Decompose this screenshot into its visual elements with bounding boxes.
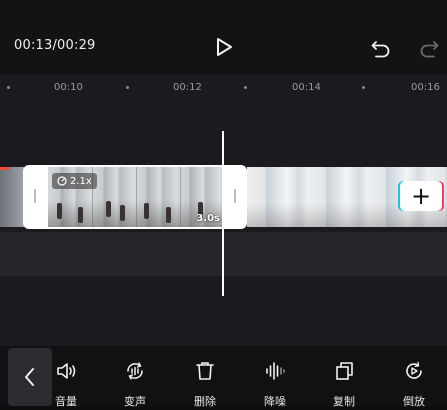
thumbnail-figure: [144, 203, 149, 219]
trim-handle-left[interactable]: [34, 189, 36, 203]
tool-voice-changer[interactable]: 变声: [115, 360, 155, 408]
thumbnail-figure: [166, 207, 171, 223]
speed-badge: 2.1x: [52, 173, 97, 189]
thumbnail-figure: [120, 205, 125, 221]
frame-divider: [136, 167, 137, 227]
undo-icon: [371, 41, 390, 58]
ruler-label: 00:10: [54, 82, 83, 93]
time-ruler: 00:10 00:12 00:14 00:16: [0, 74, 447, 100]
play-button[interactable]: [213, 36, 235, 58]
noise-reduction-icon: [266, 362, 285, 380]
tool-volume[interactable]: 音量: [46, 360, 86, 408]
delete-icon: [196, 362, 214, 380]
selected-clip[interactable]: 2.1x 3.0s: [23, 165, 247, 229]
tool-label: 音量: [55, 395, 77, 408]
top-bar: 00:13/00:29: [0, 0, 447, 74]
tool-copy[interactable]: 复制: [324, 360, 364, 408]
tool-noise-reduction[interactable]: 降噪: [255, 360, 295, 408]
tool-label: 倒放: [403, 395, 425, 408]
volume-icon: [57, 363, 76, 379]
clip-thumbnails: 2.1x 3.0s: [48, 167, 222, 227]
tool-delete[interactable]: 删除: [185, 360, 225, 408]
thumbnail-figure: [106, 201, 111, 217]
clip-marker: [0, 167, 10, 170]
thumbnail-figure: [57, 203, 62, 219]
redo-icon: [420, 41, 439, 58]
ruler-label: 00:16: [411, 82, 440, 93]
trim-handle-right[interactable]: [234, 189, 236, 203]
tool-label: 降噪: [264, 395, 286, 408]
ruler-dot: [244, 86, 247, 89]
add-clip-button[interactable]: +: [400, 181, 442, 211]
thumbnail-figure: [78, 207, 83, 223]
ruler-label: 00:12: [173, 82, 202, 93]
ruler-dot: [362, 86, 365, 89]
tool-label: 变声: [124, 395, 146, 408]
playhead[interactable]: [222, 131, 224, 296]
plus-icon: +: [410, 182, 432, 210]
ruler-dot: [126, 86, 129, 89]
play-icon: [217, 38, 232, 56]
frame-divider: [180, 167, 181, 227]
previous-clip[interactable]: [0, 167, 24, 227]
tool-reverse[interactable]: 倒放: [394, 360, 434, 408]
tool-label: 复制: [333, 395, 355, 408]
copy-icon: [336, 362, 353, 380]
voice-changer-icon: [127, 362, 143, 380]
speed-label: 2.1x: [70, 175, 92, 187]
ruler-label: 00:14: [292, 82, 321, 93]
undo-button[interactable]: [370, 37, 392, 59]
tool-label: 删除: [194, 395, 216, 408]
redo-button[interactable]: [418, 37, 440, 59]
time-readout: 00:13/00:29: [14, 38, 96, 53]
ruler-dot: [7, 86, 10, 89]
clip-duration: 3.0s: [196, 213, 220, 224]
speed-gauge-icon: [57, 176, 67, 186]
reverse-icon: [406, 361, 422, 379]
